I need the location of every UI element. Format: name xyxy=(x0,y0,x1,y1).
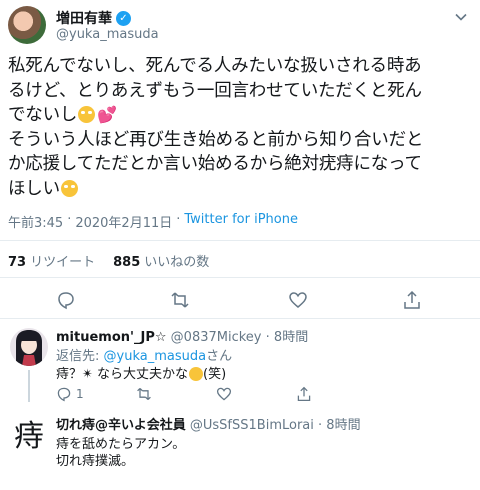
tweet-text-line: 私死んでないし、死んでる人みたいな扱いされる時あ xyxy=(8,56,422,76)
reply-tweet[interactable]: mituemon'_JP☆ @0837Mickey · 8時間 返信先: @yu… xyxy=(0,326,480,402)
reply-action-bar: 1 xyxy=(56,386,376,402)
reply-text-line: 切れ痔撲滅。 xyxy=(56,454,135,469)
tweet-action-bar xyxy=(0,290,480,310)
reply-avatar[interactable]: 痔 xyxy=(10,418,48,456)
reply-time[interactable]: 8時間 xyxy=(326,418,360,433)
meta-separator: · xyxy=(318,418,323,433)
meta-separator: · xyxy=(265,330,270,345)
share-icon xyxy=(297,386,311,402)
tweet-text-line: ほしい xyxy=(8,177,474,202)
reply-text-tail: (笑) xyxy=(203,367,227,382)
divider xyxy=(0,240,480,241)
reply-text: 痔？✴ なら大丈夫かな (笑) xyxy=(56,363,226,382)
reply-author-name[interactable]: 切れ痔@辛いよ会社員 xyxy=(56,418,186,433)
like-label: いいねの数 xyxy=(144,255,210,270)
replying-to-prefix: 返信先: xyxy=(56,349,100,364)
reply-icon xyxy=(57,387,71,402)
retweet-count: 73 xyxy=(8,255,27,270)
reply-header: 切れ痔@辛いよ会社員 @UsSfSS1BimLorai · 8時間 xyxy=(56,414,361,433)
divider xyxy=(0,318,480,319)
smiley-emoji-icon xyxy=(189,367,204,381)
reply-author-handle[interactable]: @0837Mickey xyxy=(171,330,262,345)
avatar[interactable] xyxy=(8,6,46,44)
tweet-header: 増田有華 ✓ @yuka_masuda xyxy=(8,6,472,46)
reply-time[interactable]: 8時間 xyxy=(274,330,308,345)
reply-text-main: 痔？✴ なら大丈夫かな xyxy=(56,367,189,382)
tweet-stats: 73 リツイート 885 いいねの数 xyxy=(8,251,209,270)
author-display-name[interactable]: 増田有華 xyxy=(56,8,112,28)
eye-roll-emoji-icon xyxy=(60,179,78,197)
reply-author-name[interactable]: mituemon'_JP☆ xyxy=(56,330,167,345)
tweet-text-line: でないし 💕 xyxy=(8,103,474,128)
tweet-text-segment: でないし xyxy=(8,105,78,126)
meta-separator: · xyxy=(67,212,72,227)
tweet-source-link[interactable]: Twitter for iPhone xyxy=(184,212,298,231)
reply-icon[interactable] xyxy=(56,290,76,310)
retweet-icon[interactable] xyxy=(170,290,190,310)
reply-header: mituemon'_JP☆ @0837Mickey · 8時間 xyxy=(56,326,308,345)
like-count: 885 xyxy=(113,255,141,270)
tweet-text-line: るけど、とりあえずもう一回言わせていただくと死ん xyxy=(8,80,422,101)
retweet-label: リツイート xyxy=(30,255,96,270)
retweet-icon xyxy=(137,387,151,401)
tweet-text-line: そういう人ほど再び生き始めると前から知り合いだと xyxy=(8,129,424,150)
eye-roll-emoji-icon xyxy=(78,106,96,124)
retweet-stat[interactable]: 73 リツイート xyxy=(8,251,95,270)
chevron-down-icon[interactable] xyxy=(454,10,468,24)
tweet-date[interactable]: 2020年2月11日 xyxy=(75,212,172,231)
meta-separator: · xyxy=(176,212,181,227)
reply-retweet-button[interactable] xyxy=(136,386,216,402)
tweet-meta: 午前3:45 · 2020年2月11日 · Twitter for iPhone xyxy=(8,212,298,231)
tweet-text-line: か応援してただとか言い始めるから絶対疣痔になって xyxy=(8,154,422,175)
like-stat[interactable]: 885 いいねの数 xyxy=(113,251,209,270)
tweet-text-segment: ほしい xyxy=(8,178,60,199)
two-hearts-emoji-icon: 💕 xyxy=(97,105,117,125)
share-icon[interactable] xyxy=(402,290,422,310)
reply-count: 1 xyxy=(76,387,84,401)
kanji-avatar-glyph: 痔 xyxy=(10,418,48,456)
reply-author-handle[interactable]: @UsSfSS1BimLorai xyxy=(190,418,314,433)
anime-girl-avatar-icon xyxy=(10,328,48,366)
heart-icon xyxy=(216,387,232,401)
reply-reply-button[interactable]: 1 xyxy=(56,386,136,402)
reply-share-button[interactable] xyxy=(296,386,376,402)
thread-connector xyxy=(28,370,30,402)
divider xyxy=(0,277,480,278)
reply-tweet[interactable]: 痔 切れ痔@辛いよ会社員 @UsSfSS1BimLorai · 8時間 痔を舐め… xyxy=(0,414,480,484)
replying-to-suffix: さん xyxy=(206,349,233,364)
reply-like-button[interactable] xyxy=(216,386,296,402)
tweet-time[interactable]: 午前3:45 xyxy=(8,212,63,231)
heart-icon[interactable] xyxy=(288,290,308,310)
verified-badge-icon: ✓ xyxy=(116,10,131,26)
tweet-text: 私死んでないし、死んでる人みたいな扱いされる時あ るけど、とりあえずもう一回言わ… xyxy=(8,54,474,202)
author-name-row: 増田有華 ✓ xyxy=(56,8,131,28)
replying-to: 返信先: @yuka_masudaさん xyxy=(56,345,232,364)
author-handle[interactable]: @yuka_masuda xyxy=(56,27,159,42)
reply-avatar[interactable] xyxy=(10,328,48,366)
replying-to-handle[interactable]: @yuka_masuda xyxy=(104,349,207,364)
